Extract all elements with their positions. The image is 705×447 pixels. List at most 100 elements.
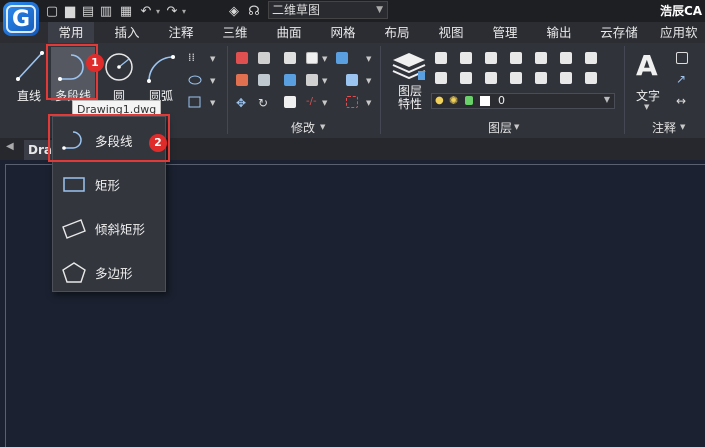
tab-manage[interactable]: 管理 [482,22,528,43]
layer-tool-icon[interactable] [535,52,547,64]
circle-button[interactable]: 圆 [100,47,138,103]
panel-separator [624,46,625,134]
chevron-down-icon[interactable]: ▼ [680,123,685,131]
move-icon[interactable]: ✥ [236,96,250,110]
join-icon[interactable] [346,96,358,108]
tab-output[interactable]: 输出 [536,22,582,43]
leader-icon[interactable]: ↗ [676,72,690,86]
line-icon [16,51,44,81]
rectangle-icon [63,177,85,192]
chevron-down-icon[interactable]: ▼ [322,99,327,107]
line-button[interactable]: 直线 [10,47,48,103]
app-title: 浩辰CA [660,4,703,18]
tab-layout[interactable]: 布局 [374,22,420,43]
workspace-value: 二维草图 [272,3,321,17]
layer-select[interactable]: ● ✺ 0 ▼ [431,93,615,109]
app-logo-letter: G [11,6,31,32]
workspace-switch-icon[interactable]: ☊ [246,2,262,20]
title-bar: ▢ ▆ ▤ ▥ ▦ ↶ ▾ ↷ ▾ ◈ ☊ 二维草图 ▼ 浩辰CA [0,0,705,22]
stretch-icon[interactable] [236,74,248,86]
chevron-down-icon[interactable]: ▼ [366,77,371,85]
explode-icon[interactable] [346,74,358,86]
layer-tool-icon[interactable] [460,72,472,84]
text-button[interactable]: A 文字 ▼ [630,49,666,115]
tab-apps[interactable]: 应用软 [660,22,705,43]
array-icon[interactable] [336,52,348,64]
tab-insert[interactable]: 插入 [104,22,150,43]
chevron-down-icon[interactable]: ▼ [514,123,519,131]
tab-surface[interactable]: 曲面 [266,22,312,43]
region-icon [188,96,201,108]
offset-icon[interactable] [306,52,318,64]
undo-dropdown-icon[interactable]: ▾ [154,2,162,20]
hatch-icon[interactable]: ⁞⁞ [188,51,202,65]
arc-button[interactable]: 圆弧 [142,47,180,103]
print-icon[interactable]: ▦ [118,2,134,20]
layer-tool-icon[interactable] [535,72,547,84]
layers-stack-icon[interactable]: ◈ [226,2,242,20]
copy-icon[interactable] [258,52,270,64]
lock-icon [465,96,473,105]
layer-tool-icon[interactable] [585,72,597,84]
layer-tool-icon[interactable] [485,52,497,64]
tab-home[interactable]: 常用 [48,22,94,43]
layer-tool-icon[interactable] [435,72,447,84]
tab-view[interactable]: 视图 [428,22,474,43]
app-logo[interactable]: G [3,2,39,36]
fillet-icon[interactable] [284,74,296,86]
text-label: 文字 [635,89,660,103]
save-icon[interactable]: ▤ [80,2,96,20]
chevron-down-icon[interactable]: ▼ [322,55,327,63]
scale-icon[interactable] [284,96,296,108]
open-folder-icon[interactable]: ▆ [62,2,78,20]
step-badge-1: 1 [86,54,104,72]
modify-panel-label[interactable]: 修改 [291,119,315,136]
dropdown-item-label: 矩形 [95,178,121,193]
layer-tool-icon[interactable] [460,52,472,64]
chamfer-icon[interactable] [306,74,318,86]
layer-tool-icon[interactable] [560,72,572,84]
redo-dropdown-icon[interactable]: ▾ [180,2,188,20]
dropdown-item-polygon[interactable]: 多边形 [53,251,165,291]
layer-tool-icon[interactable] [585,52,597,64]
layers-panel-label[interactable]: 图层 [488,119,512,136]
dropdown-item-rectangle[interactable]: 矩形 [53,163,165,203]
chevron-down-icon[interactable]: ▼ [366,55,371,63]
break-icon[interactable]: -/- [306,96,320,110]
layer-tool-icon[interactable] [560,52,572,64]
chevron-down-icon[interactable]: ▼ [210,99,215,107]
layer-tool-icon[interactable] [510,72,522,84]
layer-tool-icon[interactable] [435,52,447,64]
trim-icon[interactable] [258,74,270,86]
new-file-icon[interactable]: ▢ [44,2,60,20]
tab-cloud-storage[interactable]: 云存储 [594,22,644,43]
table-icon[interactable] [676,52,688,64]
tab-annotate[interactable]: 注释 [158,22,204,43]
dropdown-item-tilted-rectangle[interactable]: 倾斜矩形 [53,207,165,247]
chevron-down-icon[interactable]: ▼ [366,99,371,107]
rotate-icon[interactable]: ↻ [258,96,272,110]
redo-icon[interactable]: ↷ [164,2,180,20]
chevron-down-icon[interactable]: ▼ [210,55,215,63]
dimension-icon[interactable]: ↔ [676,94,690,108]
layer-tool-icon[interactable] [485,72,497,84]
layer-properties-button[interactable]: 图层 特性 [390,49,430,115]
layer-tool-icon[interactable] [510,52,522,64]
save-as-icon[interactable]: ▥ [98,2,114,20]
tab-mesh[interactable]: 网格 [320,22,366,43]
undo-icon[interactable]: ↶ [138,2,154,20]
polygon-icon [62,262,86,283]
workspace-select[interactable]: 二维草图 ▼ [268,1,388,19]
mirror-icon[interactable] [284,52,296,64]
chevron-down-icon: ▼ [644,103,650,111]
layer-properties-label: 图层 特性 [397,84,422,111]
chevron-down-icon[interactable]: ▼ [210,77,215,85]
erase-icon[interactable] [236,52,248,64]
annotation-panel-label[interactable]: 注释 [652,119,676,136]
chevron-down-icon[interactable]: ▼ [322,77,327,85]
panel-separator [227,46,228,134]
chevron-down-icon[interactable]: ▼ [320,123,325,131]
tab-3d[interactable]: 三维 [212,22,258,43]
arc-icon [147,55,175,83]
tab-scroll-left-icon[interactable]: ◀ [6,141,14,152]
